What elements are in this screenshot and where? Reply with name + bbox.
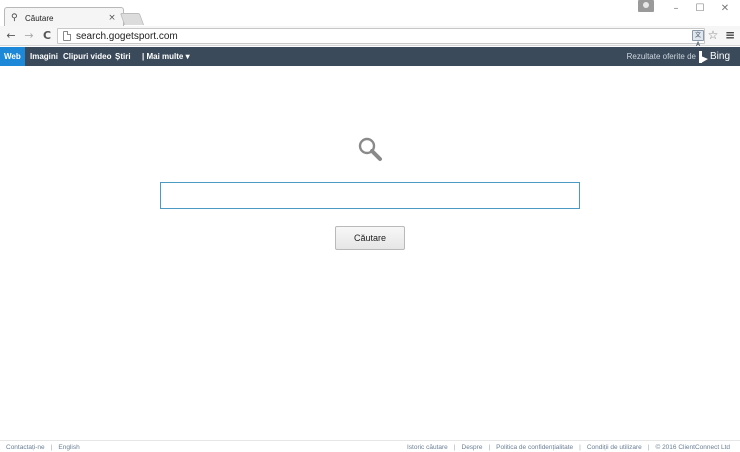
page-icon [63,31,71,41]
footer-link-contact[interactable]: Contactați-ne [6,444,45,451]
footer-left: Contactați-ne | English [6,444,80,451]
maximize-icon[interactable]: ☐ [691,2,709,16]
footer-link-terms[interactable]: Condiții de utilizare [587,444,642,451]
translate-icon[interactable]: 文A [692,30,704,48]
browser-toolbar: ← → C search.gogetsport.com [0,26,740,46]
nav-news[interactable]: Știri [115,47,131,66]
forward-arrow-icon[interactable]: → [22,28,36,44]
footer-link-history[interactable]: Istoric căutare [407,444,448,451]
bing-credit[interactable]: Rezultate oferite de Bing [627,47,730,66]
minimize-icon[interactable]: – [667,2,685,16]
search-input[interactable] [160,182,580,209]
search-button[interactable]: Căutare [335,226,405,250]
search-icon: ⚲ [11,13,18,23]
nav-videos[interactable]: Clipuri video [63,47,111,66]
new-tab-button[interactable] [119,13,145,25]
browser-menu-icon[interactable]: ≡ [724,27,736,43]
window-close-icon[interactable]: ✕ [716,2,734,16]
site-nav-bar: Web Imagini Clipuri video Știri | Mai mu… [0,47,740,66]
footer-link-english[interactable]: English [58,444,79,451]
tab-content: ⚲ Căutare × [11,12,117,24]
footer-link-privacy[interactable]: Politica de confidențialitate [496,444,573,451]
reload-icon[interactable]: C [40,28,54,44]
bing-brand: Bing [709,51,730,62]
nav-more[interactable]: | Mai multe ▾ [142,47,190,66]
back-arrow-icon[interactable]: ← [4,28,18,44]
tab-title: Căutare [25,13,54,23]
credit-text: Rezultate oferite de [626,52,696,61]
magnifier-icon [358,137,382,161]
footer-link-about[interactable]: Despre [462,444,483,451]
address-bar[interactable]: search.gogetsport.com [57,28,705,44]
page-footer: Contactați-ne | English Istoric căutare | De… [0,440,740,452]
url-text: search.gogetsport.com [76,30,178,42]
bookmark-star-icon[interactable]: ☆ [706,27,720,43]
user-profile-icon[interactable] [638,0,654,12]
footer-copyright: © 2016 ClientConnect Ltd [655,444,730,451]
browser-tab[interactable]: ⚲ Căutare × [4,7,124,27]
nav-web[interactable]: Web [0,47,25,66]
bing-logo-icon [698,50,708,63]
browser-titlebar: ⚲ Căutare × – ☐ ✕ [0,0,740,27]
close-icon[interactable]: × [107,13,117,23]
nav-images[interactable]: Imagini [30,47,58,66]
footer-right: Istoric căutare | Despre | Politica de confi… [406,444,730,451]
